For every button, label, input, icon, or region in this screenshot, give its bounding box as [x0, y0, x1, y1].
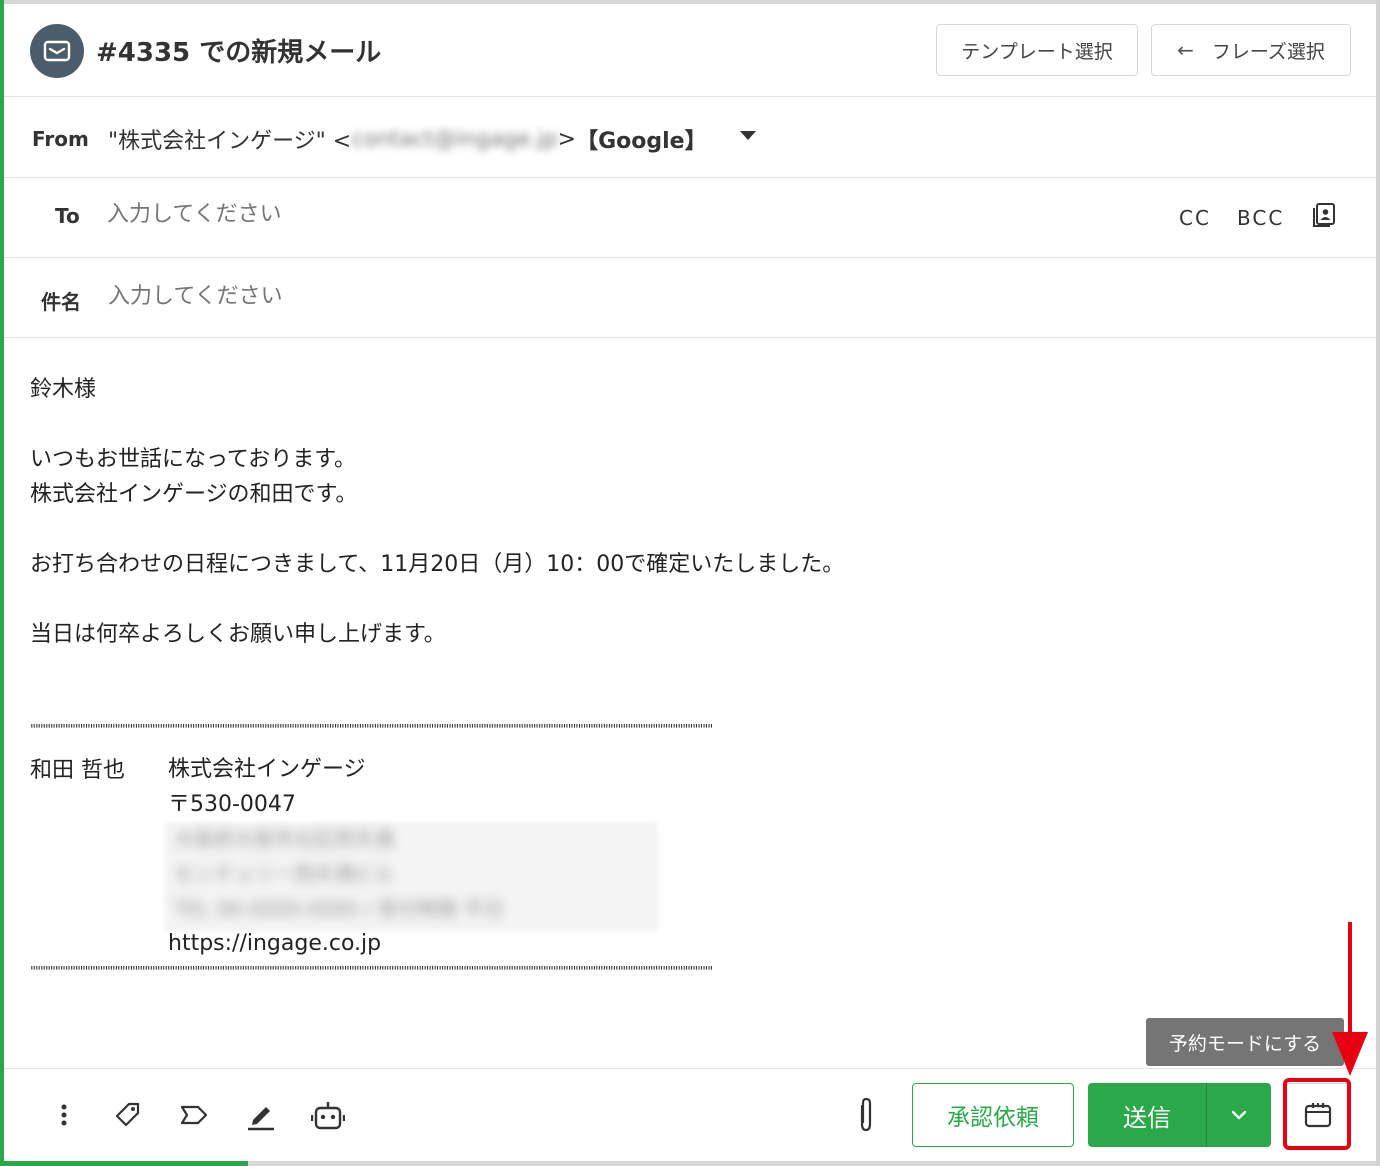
- phrase-select-button[interactable]: ← フレーズ選択: [1151, 24, 1351, 76]
- signature-postal: 〒530-0047: [168, 792, 296, 817]
- body-line: 当日は何卒よろしくお願い申し上げます。: [30, 622, 446, 647]
- to-row: To CC BCC: [4, 178, 1376, 258]
- caret-down-icon[interactable]: [740, 131, 756, 140]
- subject-input[interactable]: [108, 284, 1008, 309]
- compose-header: #4335 での新規メール テンプレート選択 ← フレーズ選択: [4, 4, 1376, 97]
- blurred-line: 大阪府大阪市北区西天満: [174, 827, 394, 851]
- pen-icon[interactable]: [242, 1097, 278, 1133]
- address-book-icon[interactable]: [1311, 202, 1337, 228]
- highlight-box: [1283, 1078, 1351, 1150]
- phrase-select-label: フレーズ選択: [1211, 40, 1325, 63]
- bottom-border: [248, 1161, 1376, 1166]
- from-email: contact@ingage.jp: [351, 126, 558, 152]
- to-input[interactable]: [107, 202, 1007, 227]
- paperclip-icon[interactable]: [848, 1097, 884, 1133]
- page-title: #4335 での新規メール: [96, 38, 382, 68]
- tag-icon[interactable]: [110, 1097, 146, 1133]
- signature-company: 株式会社インゲージ: [168, 757, 366, 782]
- from-name: "株式会社インゲージ" <: [108, 129, 352, 154]
- arrow-left-icon: ←: [1177, 38, 1194, 62]
- approval-request-button[interactable]: 承認依頼: [912, 1083, 1074, 1147]
- compose-footer: 承認依頼 送信: [4, 1068, 1376, 1162]
- from-label: From: [32, 127, 89, 151]
- signature-name: 和田 哲也: [30, 758, 125, 783]
- from-selector[interactable]: "株式会社インゲージ" < contact@ingage.jp > 【Googl…: [108, 123, 707, 155]
- label-icon[interactable]: [176, 1097, 212, 1133]
- message-body[interactable]: 鈴木様 いつもお世話になっております。 株式会社インゲージの和田です。 お打ち合…: [30, 372, 844, 652]
- schedule-tooltip: 予約モードにする: [1146, 1018, 1344, 1066]
- from-provider: 【Google】: [576, 129, 707, 154]
- right-edge: [1376, 0, 1380, 1166]
- signature-address-blurred: 大阪府大阪市北区西天満 センチュリー西天満ビル TEL 06-0000-0000…: [164, 822, 658, 932]
- from-suffix: >: [557, 126, 577, 152]
- bcc-button[interactable]: BCC: [1237, 206, 1284, 230]
- send-button[interactable]: 送信: [1088, 1083, 1206, 1147]
- subject-row: 件名: [4, 258, 1376, 338]
- body-line: お打ち合わせの日程につきまして、11月20日（月）10：00で確定いたしました。: [30, 552, 845, 577]
- compose-window: #4335 での新規メール テンプレート選択 ← フレーズ選択 From "株式…: [0, 0, 1380, 1166]
- from-row: From "株式会社インゲージ" < contact@ingage.jp > 【…: [4, 97, 1376, 178]
- body-greeting: 鈴木様: [30, 377, 97, 402]
- chevron-down-icon[interactable]: [1206, 1083, 1271, 1147]
- signature-separator-top: """"""""""""""""""""""""""""""""""""""""…: [30, 724, 712, 737]
- robot-icon[interactable]: [310, 1097, 346, 1133]
- subject-label: 件名: [41, 290, 81, 314]
- envelope-icon: [30, 24, 84, 78]
- body-line: 株式会社インゲージの和田です。: [30, 482, 358, 507]
- blurred-line: TEL 06-0000-0000 / 受付時間 平日: [174, 897, 504, 921]
- cc-button[interactable]: CC: [1179, 206, 1211, 230]
- annotation-arrow-icon: [1332, 922, 1368, 1076]
- signature-url-block: https://ingage.co.jp: [168, 926, 381, 961]
- signature-url: https://ingage.co.jp: [168, 931, 382, 956]
- signature-separator-bottom: """"""""""""""""""""""""""""""""""""""""…: [30, 966, 712, 979]
- bottom-accent: [0, 1161, 248, 1166]
- body-line: いつもお世話になっております。: [30, 447, 357, 472]
- template-select-button[interactable]: テンプレート選択: [936, 24, 1138, 76]
- blurred-line: センチュリー西天満ビル: [174, 862, 394, 886]
- more-vertical-icon[interactable]: [46, 1097, 82, 1133]
- to-label: To: [55, 204, 80, 228]
- signature-block: 株式会社インゲージ 〒530-0047: [168, 752, 366, 822]
